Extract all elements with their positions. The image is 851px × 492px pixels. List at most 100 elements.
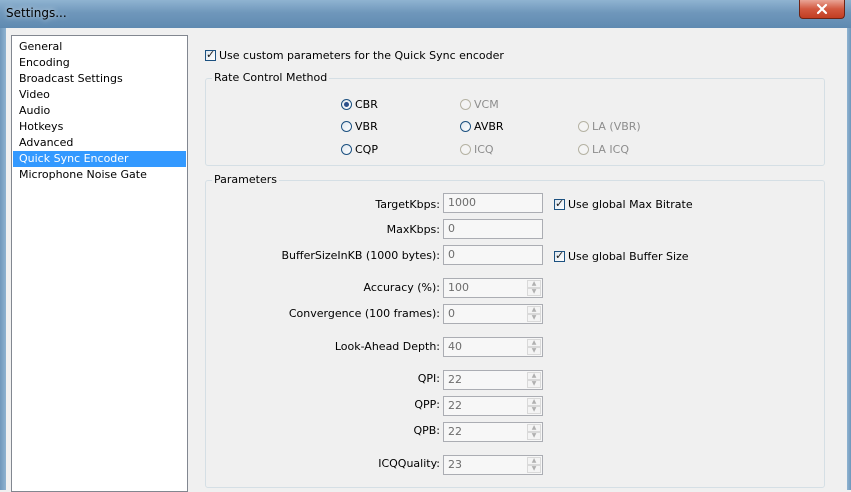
sidebar-item-microphone-noise-gate[interactable]: Microphone Noise Gate	[13, 167, 186, 183]
radio-cbr-label: CBR	[355, 97, 378, 111]
radio-la-icq[interactable]: LA ICQ	[578, 142, 629, 156]
global-max-bitrate-label: Use global Max Bitrate	[568, 197, 693, 211]
spin-up-icon[interactable]: ▲	[527, 280, 541, 288]
spin-up-icon[interactable]: ▲	[527, 424, 541, 432]
lookahead-spinner[interactable]: ▲ ▼	[527, 339, 541, 355]
spin-up-icon[interactable]: ▲	[527, 306, 541, 314]
spin-down-icon[interactable]: ▼	[527, 314, 541, 322]
spin-up-icon[interactable]: ▲	[527, 457, 541, 465]
spin-up-icon[interactable]: ▲	[527, 339, 541, 347]
global-max-bitrate-row[interactable]: ✓ Use global Max Bitrate	[554, 197, 693, 211]
radio-vcm[interactable]: VCM	[460, 97, 499, 111]
global-buffer-size-label: Use global Buffer Size	[568, 249, 689, 263]
lookahead-label: Look-Ahead Depth:	[334, 340, 440, 353]
radio-la-icq-label: LA ICQ	[592, 142, 629, 156]
parameters-title: Parameters	[212, 173, 279, 186]
spin-up-icon[interactable]: ▲	[527, 372, 541, 380]
qpb-spinner[interactable]: ▲ ▼	[527, 424, 541, 440]
convergence-spinner[interactable]: ▲ ▼	[527, 306, 541, 322]
spin-down-icon[interactable]: ▼	[527, 380, 541, 388]
global-buffer-size-row[interactable]: ✓ Use global Buffer Size	[554, 249, 689, 263]
rate-control-title: Rate Control Method	[212, 71, 330, 84]
max-kbps-label: MaxKbps:	[386, 223, 440, 236]
accuracy-label: Accuracy (%):	[363, 281, 440, 294]
sidebar-item-quick-sync-encoder[interactable]: Quick Sync Encoder	[13, 151, 186, 167]
sidebar-item-audio[interactable]: Audio	[13, 103, 186, 119]
icq-quality-spinner[interactable]: ▲ ▼	[527, 457, 541, 473]
buffer-size-label: BufferSizeInKB (1000 bytes):	[281, 249, 440, 262]
lookahead-value: 40	[448, 340, 462, 353]
quick-sync-settings-panel: ✓ Use custom parameters for the Quick Syn…	[199, 28, 839, 490]
sidebar-item-hotkeys[interactable]: Hotkeys	[13, 119, 186, 135]
check-icon: ✓	[555, 196, 565, 210]
icq-quality-value: 23	[448, 458, 462, 471]
radio-vcm-button[interactable]	[460, 98, 471, 110]
sidebar-item-encoding[interactable]: Encoding	[13, 55, 186, 71]
qpi-value: 22	[448, 373, 462, 386]
qpp-label: QPP:	[414, 398, 440, 411]
custom-params-checkbox-row[interactable]: ✓ Use custom parameters for the Quick Syn…	[205, 48, 504, 62]
qpp-spinbox[interactable]: 22 ▲ ▼	[443, 396, 543, 416]
qpp-value: 22	[448, 399, 462, 412]
spin-up-icon[interactable]: ▲	[527, 398, 541, 406]
sidebar-item-general[interactable]: General	[13, 39, 186, 55]
radio-cqp-button[interactable]	[341, 143, 352, 155]
icq-quality-label: ICQQuality:	[378, 457, 440, 470]
sidebar-item-advanced[interactable]: Advanced	[13, 135, 186, 151]
global-buffer-size-checkbox[interactable]: ✓	[554, 249, 565, 262]
radio-vcm-label: VCM	[474, 97, 499, 111]
sidebar-item-video[interactable]: Video	[13, 87, 186, 103]
radio-cbr[interactable]: CBR	[341, 97, 378, 111]
target-kbps-input[interactable]: 1000	[443, 193, 543, 213]
window-frame-right	[847, 28, 851, 490]
lookahead-spinbox[interactable]: 40 ▲ ▼	[443, 337, 543, 357]
global-max-bitrate-checkbox[interactable]: ✓	[554, 196, 565, 210]
parameters-group: Parameters TargetKbps: 1000 ✓ Use global …	[205, 173, 825, 488]
qpb-spinbox[interactable]: 22 ▲ ▼	[443, 422, 543, 442]
accuracy-value: 100	[448, 281, 469, 294]
qpb-value: 22	[448, 425, 462, 438]
radio-vbr[interactable]: VBR	[341, 119, 378, 133]
window-title: Settings...	[6, 6, 67, 20]
radio-avbr[interactable]: AVBR	[460, 119, 504, 133]
spin-down-icon[interactable]: ▼	[527, 347, 541, 355]
target-kbps-label: TargetKbps:	[375, 198, 440, 211]
radio-avbr-label: AVBR	[474, 119, 504, 133]
max-kbps-input[interactable]: 0	[443, 219, 543, 239]
radio-vbr-button[interactable]	[341, 120, 352, 132]
spin-down-icon[interactable]: ▼	[527, 406, 541, 414]
radio-la-vbr[interactable]: LA (VBR)	[578, 119, 641, 133]
spin-down-icon[interactable]: ▼	[527, 432, 541, 440]
convergence-spinbox[interactable]: 0 ▲ ▼	[443, 304, 543, 324]
radio-la-vbr-button[interactable]	[578, 120, 589, 132]
settings-client-area: General Encoding Broadcast Settings Vide…	[6, 28, 847, 492]
radio-icq[interactable]: ICQ	[460, 142, 494, 156]
qpi-spinbox[interactable]: 22 ▲ ▼	[443, 370, 543, 390]
icq-quality-spinbox[interactable]: 23 ▲ ▼	[443, 455, 543, 475]
convergence-label: Convergence (100 frames):	[288, 307, 440, 320]
accuracy-spinner[interactable]: ▲ ▼	[527, 280, 541, 296]
radio-vbr-label: VBR	[355, 119, 378, 133]
rate-control-group: Rate Control Method CBR VCM VBR AVBR LA …	[205, 71, 825, 166]
radio-cbr-button[interactable]	[341, 98, 352, 110]
close-icon	[816, 3, 828, 15]
settings-category-list[interactable]: General Encoding Broadcast Settings Vide…	[11, 35, 188, 492]
close-button[interactable]	[799, 0, 845, 19]
radio-cqp[interactable]: CQP	[341, 142, 378, 156]
radio-avbr-button[interactable]	[460, 120, 471, 132]
sidebar-item-broadcast-settings[interactable]: Broadcast Settings	[13, 71, 186, 87]
qpb-label: QPB:	[413, 424, 440, 437]
radio-icq-label: ICQ	[474, 142, 494, 156]
custom-params-checkbox[interactable]: ✓	[205, 48, 216, 61]
spin-down-icon[interactable]: ▼	[527, 288, 541, 296]
accuracy-spinbox[interactable]: 100 ▲ ▼	[443, 278, 543, 298]
buffer-size-input[interactable]: 0	[443, 245, 543, 265]
qpp-spinner[interactable]: ▲ ▼	[527, 398, 541, 414]
spin-down-icon[interactable]: ▼	[527, 465, 541, 473]
radio-cqp-label: CQP	[355, 142, 378, 156]
title-bar: Settings...	[0, 0, 851, 29]
custom-params-label: Use custom parameters for the Quick Sync…	[219, 48, 504, 62]
radio-la-icq-button[interactable]	[578, 143, 589, 155]
radio-icq-button[interactable]	[460, 143, 471, 155]
qpi-spinner[interactable]: ▲ ▼	[527, 372, 541, 388]
